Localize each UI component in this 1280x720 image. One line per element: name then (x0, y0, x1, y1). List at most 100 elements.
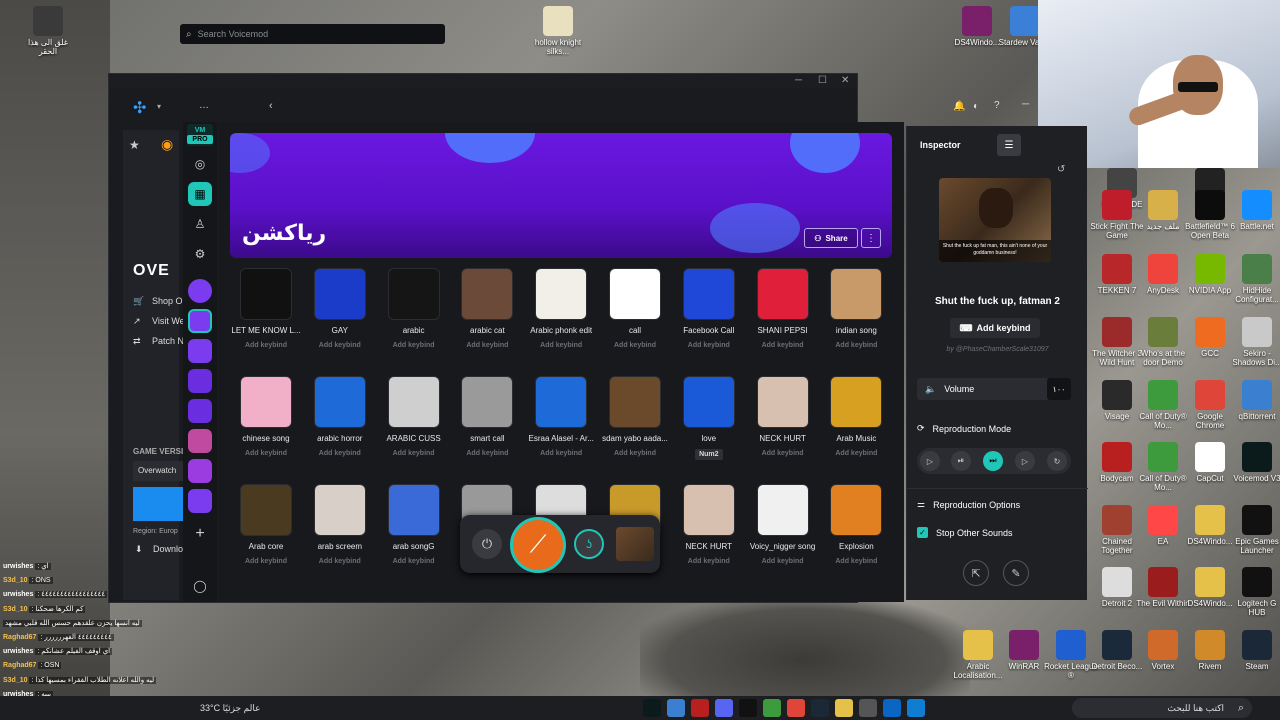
sound-thumbnail[interactable] (756, 268, 809, 320)
chevron-down-icon[interactable]: ▾ (157, 102, 161, 111)
active-voice-button[interactable]: ⟋ (510, 517, 566, 573)
keybind-button[interactable]: Add keybind (673, 342, 745, 349)
voice-avatar-8[interactable] (188, 489, 212, 513)
sound-tile[interactable]: LET ME KNOW L... Add keybind (230, 268, 302, 349)
sound-tile[interactable]: arabic cat Add keybind (451, 268, 523, 349)
visit-link[interactable]: Visit We (152, 316, 185, 326)
desktop-icon[interactable]: غلق الى هذا الحقر (21, 6, 75, 56)
game-version-select[interactable]: Overwatch (133, 461, 183, 481)
keybind-button[interactable]: Add keybind (378, 342, 450, 349)
sound-thumbnail[interactable] (756, 376, 809, 428)
sound-thumbnail[interactable] (240, 376, 292, 428)
play-next-icon[interactable]: ▷ (1015, 451, 1035, 471)
keybind-button[interactable]: Add keybind (230, 558, 302, 565)
desktop-icon[interactable]: Battle.net (1230, 190, 1280, 231)
patch-notes-link[interactable]: Patch N (152, 336, 184, 346)
more-options-button[interactable]: ⋮ (861, 228, 881, 248)
sound-tile[interactable]: NECK HURT Add keybind (673, 484, 745, 565)
voice-avatar-3[interactable] (188, 339, 212, 363)
sound-tile[interactable]: Facebook Call Add keybind (673, 268, 745, 349)
keybind-button[interactable]: Add keybind (820, 342, 892, 349)
settings-task-icon[interactable] (859, 699, 878, 717)
sound-thumbnail[interactable] (240, 268, 292, 320)
sound-tile[interactable]: indian song Add keybind (820, 268, 892, 349)
maximize-icon[interactable]: ☐ (818, 75, 827, 86)
app-logo-icon[interactable]: ✣ (133, 98, 155, 118)
desktop-icon[interactable]: Logitech G HUB (1230, 567, 1280, 617)
more-dots-icon[interactable]: … (199, 100, 209, 111)
desktop-icon[interactable]: DS4Windo... (950, 6, 1004, 47)
desktop-icon[interactable]: Voicemod V3 (1230, 442, 1280, 483)
desktop-icon[interactable]: EA (1136, 505, 1190, 546)
sound-tile[interactable]: Arab core Add keybind (230, 484, 302, 565)
desktop-icon[interactable]: NVIDIA App (1183, 254, 1237, 295)
sound-tile[interactable]: smart call Add keybind (451, 376, 523, 457)
desktop-icon[interactable]: GCC (1183, 317, 1237, 358)
voicemod-task-icon[interactable] (643, 699, 662, 717)
sound-thumbnail[interactable] (830, 376, 883, 428)
keybind-button[interactable]: Add keybind (304, 558, 376, 565)
sound-tile[interactable]: arabic horror Add keybind (304, 376, 376, 457)
discord-icon[interactable]: ◐ (973, 101, 979, 112)
app-task-icon[interactable] (763, 699, 782, 717)
stop-other-sounds-option[interactable]: ✓ Stop Other Sounds (917, 527, 1013, 538)
compass-icon[interactable]: ◎ (188, 152, 212, 176)
keybind-button[interactable]: Add keybind (525, 342, 597, 349)
play-button[interactable] (133, 487, 183, 521)
desktop-icon[interactable]: Epic Games Launcher (1230, 505, 1280, 555)
discord-task-icon[interactable] (715, 699, 734, 717)
sound-thumbnail[interactable] (682, 484, 735, 536)
sound-tile[interactable]: arab screem Add keybind (304, 484, 376, 565)
soundboard-icon[interactable]: ▦ (188, 182, 212, 206)
loop-mode-icon[interactable]: ↻ (1047, 451, 1067, 471)
download-link[interactable]: Downlo (153, 544, 183, 554)
sound-tile[interactable]: GAY Add keybind (304, 268, 376, 349)
desktop-icon[interactable]: CapCut (1183, 442, 1237, 483)
keybind-button[interactable]: Add keybind (820, 450, 892, 457)
app-task-icon[interactable] (667, 699, 686, 717)
now-playing-thumb[interactable] (616, 527, 654, 561)
voice-changer-icon[interactable]: ♙ (188, 212, 212, 236)
close-icon[interactable]: ✕ (841, 75, 849, 86)
sound-thumbnail[interactable] (387, 268, 440, 320)
notification-icon[interactable]: 🔔 (953, 101, 965, 112)
app-task-icon[interactable] (739, 699, 758, 717)
overwatch-icon[interactable]: ◉ (161, 136, 173, 153)
power-button[interactable]: ⏻ (472, 529, 502, 559)
voice-avatar-7[interactable] (188, 459, 212, 483)
sound-thumbnail[interactable] (313, 268, 366, 320)
keybind-button[interactable]: Add keybind (525, 450, 597, 457)
volume-value[interactable]: ١٠٠ (1047, 378, 1071, 400)
play-overlap-icon[interactable]: ⏭ (983, 451, 1003, 471)
voice-avatar-4[interactable] (188, 369, 212, 393)
desktop-icon[interactable]: Call of Duty® Mo... (1136, 380, 1190, 430)
desktop-icon[interactable]: ملف جديد (1136, 190, 1190, 231)
keybind-button[interactable]: Add keybind (747, 558, 819, 565)
sound-thumbnail[interactable] (461, 268, 514, 320)
sound-tile[interactable]: Esraa Alasel - Ar... Add keybind (525, 376, 597, 457)
desktop-icon[interactable]: Rivem (1183, 630, 1237, 671)
shop-link[interactable]: Shop O (152, 296, 183, 306)
sound-tile[interactable]: call Add keybind (599, 268, 671, 349)
desktop-icon[interactable]: Google Chrome (1183, 380, 1237, 430)
minimize-icon[interactable]: ─ (795, 75, 802, 86)
sound-thumbnail[interactable] (535, 268, 588, 320)
app-task-icon[interactable] (883, 699, 902, 717)
sound-thumbnail[interactable] (387, 376, 440, 428)
sound-thumbnail[interactable] (535, 376, 588, 428)
sliders-icon[interactable]: ☰ (997, 134, 1021, 156)
edge-task-icon[interactable] (907, 699, 926, 717)
search-input[interactable]: ⌕ Search Voicemod (180, 24, 445, 44)
explorer-task-icon[interactable] (835, 699, 854, 717)
sound-tile[interactable]: NECK HURT Add keybind (747, 376, 819, 457)
voice-avatar-6[interactable] (188, 429, 212, 453)
taskbar-search-input[interactable]: اكتب هنا للبحث ⌕ (1072, 698, 1252, 718)
desktop-icon[interactable]: Call of Duty® Mo... (1136, 442, 1190, 492)
keybind-button[interactable]: Add keybind (747, 342, 819, 349)
sound-thumbnail[interactable] (609, 268, 661, 320)
hear-myself-icon[interactable]: ʖ (574, 529, 604, 559)
desktop-icon[interactable]: AnyDesk (1136, 254, 1190, 295)
sound-tile[interactable]: ARABIC CUSS Add keybind (378, 376, 450, 457)
sound-thumbnail[interactable] (682, 268, 735, 320)
sound-tile[interactable]: love Num2 (673, 376, 745, 461)
